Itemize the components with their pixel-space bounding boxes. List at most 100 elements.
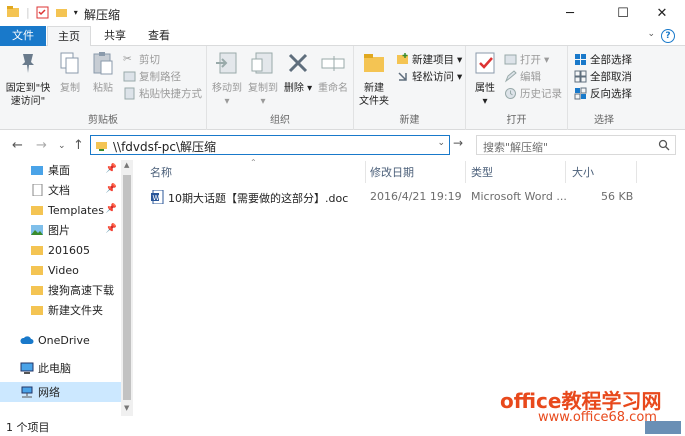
properties-button[interactable]: 属性 ▾ [468, 50, 502, 108]
new-item-icon [397, 53, 408, 64]
copy-path-button[interactable]: 复制路径 [123, 69, 181, 84]
edit-button[interactable]: 编辑 [504, 69, 541, 84]
new-folder-icon[interactable] [55, 6, 68, 19]
address-dropdown-icon[interactable]: ⌄ [437, 138, 445, 148]
organize-group: 移动到 ▾ 复制到 ▾ 删除 ▾ 重命名 组织 [207, 46, 354, 130]
select-none-label: 全部取消 [590, 71, 632, 83]
nav-item-network[interactable]: 网络 [0, 382, 121, 402]
nav-item-label: 网络 [38, 386, 60, 399]
nav-item-onedrive[interactable]: OneDrive [0, 330, 121, 350]
ribbon-tabs: 文件 主页 共享 查看 [0, 26, 685, 47]
tab-share[interactable]: 共享 [93, 26, 137, 46]
minimize-button[interactable]: ─ [547, 0, 593, 26]
cloud-icon [20, 336, 34, 344]
dropdown-icon: ▾ [544, 53, 550, 66]
nav-item-label: 此电脑 [38, 362, 71, 375]
column-divider[interactable] [365, 161, 366, 183]
edit-icon [504, 70, 517, 83]
window-title: 解压缩 [84, 8, 121, 22]
open-group-label: 打开 [506, 115, 527, 126]
file-row[interactable]: W 10期大话题【需要做的这部分】.doc 2016/4/21 19:19 Mi… [147, 187, 637, 207]
open-button[interactable]: 打开 ▾ [504, 52, 549, 67]
nav-item-pictures[interactable]: 图片 📌 [0, 220, 121, 240]
nav-item-label: Templates [48, 203, 104, 217]
new-item-button[interactable]: 新建项目 ▾ [396, 52, 462, 67]
close-button[interactable]: ✕ [639, 0, 685, 26]
navigation-pane: 桌面 📌 文档 📌 Templates 📌 图片 📌 201605 Video 搜狗高速… [0, 160, 132, 416]
nav-item-video[interactable]: Video [0, 260, 121, 280]
column-divider[interactable] [565, 161, 566, 183]
nav-item-this-pc[interactable]: 此电脑 [0, 358, 121, 378]
paste-button[interactable]: 粘贴 [86, 50, 120, 95]
delete-button[interactable]: 删除 ▾ [283, 50, 313, 95]
column-header-type[interactable]: 类型 [471, 164, 493, 180]
pin-quick-access-button[interactable]: 固定到"快速访问" [2, 50, 54, 108]
folder-icon [364, 54, 384, 72]
scroll-down-icon[interactable]: ▼ [124, 404, 129, 412]
search-input[interactable]: 搜索"解压缩" [476, 135, 676, 155]
invert-selection-button[interactable]: 反向选择 [574, 86, 632, 101]
file-type: Microsoft Word ... [471, 190, 567, 203]
cut-button[interactable]: ✂ 剪切 [123, 52, 160, 67]
history-button[interactable]: 历史记录 [504, 86, 562, 101]
customize-dropdown-icon[interactable]: ▾ [74, 8, 78, 17]
copy-to-button[interactable]: 复制到 ▾ [245, 50, 281, 108]
pin-icon: 📌 [105, 184, 117, 194]
nav-item-desktop[interactable]: 桌面 📌 [0, 160, 121, 180]
column-divider[interactable] [465, 161, 466, 183]
edit-label: 编辑 [520, 71, 541, 83]
nav-item-new-folder[interactable]: 新建文件夹 [0, 300, 121, 320]
select-none-icon [574, 70, 587, 83]
column-header-name[interactable]: 名称 [150, 164, 172, 180]
pin-label: 固定到"快速访问" [5, 83, 51, 107]
move-to-button[interactable]: 移动到 ▾ [209, 50, 245, 108]
forward-arrow-icon[interactable]: → [36, 138, 47, 153]
column-divider[interactable] [636, 161, 637, 183]
select-all-button[interactable]: 全部选择 [574, 52, 632, 67]
move-to-icon [216, 52, 237, 74]
properties-icon[interactable] [36, 6, 49, 19]
delete-icon [288, 53, 308, 73]
go-arrow-icon[interactable]: → [453, 136, 463, 150]
folder-icon [31, 266, 43, 275]
nav-item-documents[interactable]: 文档 📌 [0, 180, 121, 200]
column-header-size[interactable]: 大小 [572, 164, 594, 180]
view-toggle[interactable] [645, 421, 681, 434]
title-bar: | ▾ | 解压缩 ─ ☐ ✕ [0, 0, 685, 26]
column-header-modified[interactable]: 修改日期 [370, 164, 414, 180]
tab-file[interactable]: 文件 [0, 26, 46, 46]
select-none-button[interactable]: 全部取消 [574, 69, 632, 84]
chevron-down-icon[interactable]: ⌄ [647, 29, 655, 39]
copy-button[interactable]: 复制 [56, 50, 84, 95]
new-group: 新建 文件夹 新建项目 ▾ 轻松访问 ▾ 新建 [354, 46, 466, 130]
folder-icon [31, 286, 43, 295]
nav-item-label: 201605 [48, 243, 90, 257]
copy-label: 复制 [60, 83, 80, 94]
pictures-icon [31, 225, 43, 235]
nav-item-sogou-download[interactable]: 搜狗高速下载 [0, 280, 121, 300]
dropdown-icon: ▾ [457, 70, 463, 83]
tab-view[interactable]: 查看 [137, 26, 181, 46]
nav-item-templates[interactable]: Templates 📌 [0, 200, 121, 220]
nav-item-201605[interactable]: 201605 [0, 240, 121, 260]
search-icon [658, 139, 670, 151]
help-icon[interactable]: ? [661, 29, 675, 43]
scroll-up-icon[interactable]: ▲ [124, 161, 129, 169]
delete-label: 删除 ▾ [283, 83, 313, 94]
up-arrow-icon[interactable]: ↑ [73, 138, 84, 153]
back-arrow-icon[interactable]: ← [12, 138, 23, 153]
new-folder-button[interactable]: 新建 文件夹 [356, 50, 392, 108]
scrollbar-thumb[interactable] [123, 175, 131, 400]
easy-access-button[interactable]: 轻松访问 ▾ [396, 69, 462, 84]
address-bar[interactable]: \\fdvdsf-pc\解压缩 ⌄ [90, 135, 450, 155]
paste-shortcut-button[interactable]: 粘贴快捷方式 [123, 86, 202, 101]
rename-button[interactable]: 重命名 [315, 50, 351, 95]
clipboard-group: 固定到"快速访问" 复制 粘贴 ✂ 剪切 复制路径 粘贴快捷方式 剪贴板 [0, 46, 207, 130]
tab-home[interactable]: 主页 [47, 26, 91, 47]
invert-selection-label: 反向选择 [590, 88, 632, 100]
properties-label: 属性 ▾ [475, 83, 495, 107]
recent-locations-icon[interactable]: ⌄ [58, 141, 66, 151]
pin-icon [22, 54, 34, 73]
svg-text:W: W [153, 194, 160, 202]
word-document-icon: W [151, 190, 164, 204]
